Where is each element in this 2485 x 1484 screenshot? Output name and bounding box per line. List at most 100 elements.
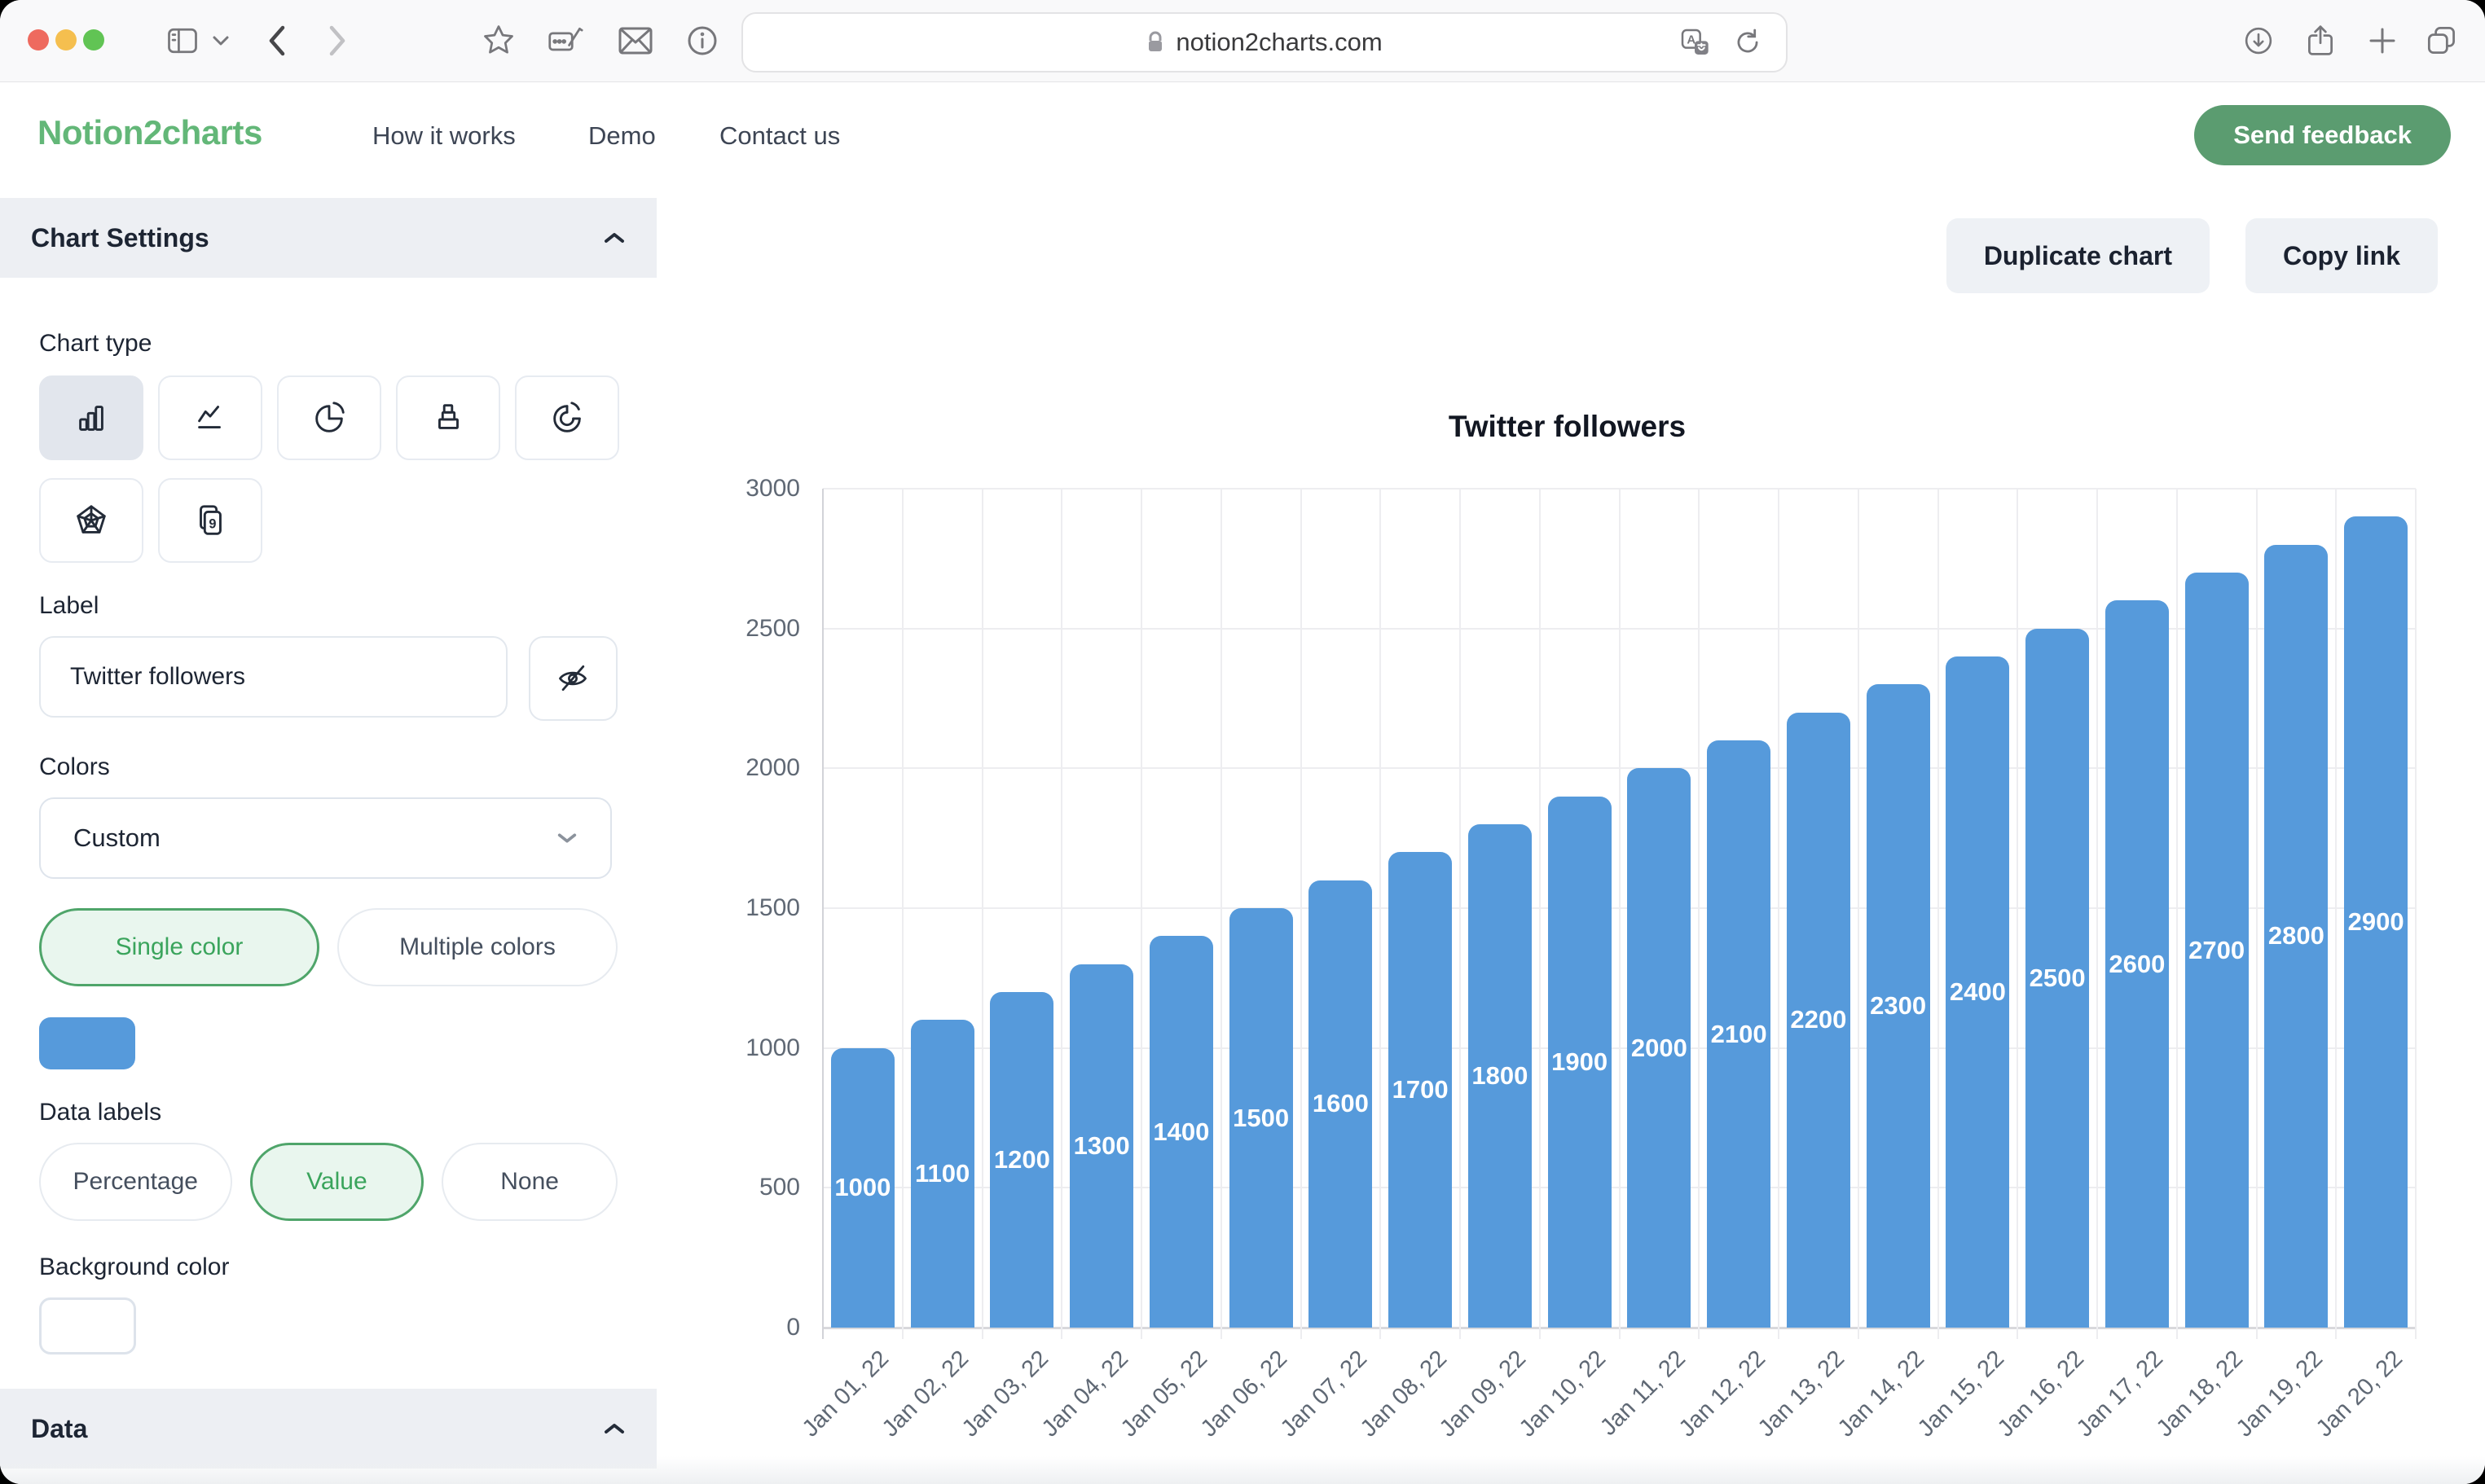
colors-section-label: Colors — [39, 753, 618, 781]
chevron-up-icon — [603, 231, 626, 244]
multiple-colors-button[interactable]: Multiple colors — [337, 908, 618, 986]
bar-Jan 13, 22[interactable]: 2200 — [1787, 713, 1850, 1328]
chart-type-number-button[interactable]: 9 — [158, 478, 262, 563]
minimize-window-button[interactable] — [55, 29, 77, 50]
data-labels-none-button[interactable]: None — [442, 1143, 618, 1221]
y-tick-label: 1000 — [710, 1034, 800, 1062]
bar-value-label: 1000 — [834, 1173, 891, 1202]
bar-Jan 10, 22[interactable]: 1900 — [1548, 797, 1612, 1328]
lock-icon — [1146, 30, 1164, 55]
bar-Jan 14, 22[interactable]: 2300 — [1867, 684, 1930, 1328]
gridline-x — [982, 489, 983, 1339]
chart-type-funnel-button[interactable] — [396, 375, 500, 460]
mail-icon[interactable] — [613, 0, 658, 81]
single-color-button[interactable]: Single color — [39, 908, 319, 986]
zoom-window-button[interactable] — [83, 29, 104, 50]
forward-icon[interactable] — [319, 0, 355, 81]
colors-dropdown[interactable]: Custom — [39, 797, 612, 879]
bar-Jan 08, 22[interactable]: 1700 — [1388, 852, 1452, 1328]
bar-value-label: 2800 — [2268, 921, 2324, 951]
chart-label-input[interactable] — [39, 636, 508, 718]
x-tick-label: Jan 14, 22 — [1833, 1346, 1930, 1442]
svg-text:A: A — [1687, 33, 1696, 47]
bar-Jan 16, 22[interactable]: 2500 — [2025, 629, 2089, 1328]
chart-settings-title: Chart Settings — [31, 223, 209, 253]
send-feedback-button[interactable]: Send feedback — [2194, 105, 2451, 165]
address-bar[interactable]: notion2charts.com A — [741, 12, 1788, 72]
gridline-x — [1619, 489, 1621, 1339]
data-labels-value-button[interactable]: Value — [250, 1143, 424, 1221]
chart-type-doughnut-button[interactable] — [515, 375, 619, 460]
x-tick-label: Jan 15, 22 — [1913, 1346, 2010, 1442]
bar-Jan 03, 22[interactable]: 1200 — [990, 992, 1053, 1328]
gridline-x — [902, 489, 904, 1339]
bar-Jan 11, 22[interactable]: 2000 — [1627, 768, 1691, 1328]
chart-type-radar-button[interactable] — [39, 478, 143, 563]
copy-link-button[interactable]: Copy link — [2245, 218, 2438, 293]
bar-value-label: 1500 — [1233, 1104, 1289, 1133]
bar-Jan 07, 22[interactable]: 1600 — [1308, 880, 1372, 1328]
chart-type-line-button[interactable] — [158, 375, 262, 460]
hide-label-button[interactable] — [529, 636, 618, 721]
bar-Jan 20, 22[interactable]: 2900 — [2344, 516, 2408, 1328]
background-color-swatch[interactable] — [39, 1297, 136, 1354]
eye-off-icon — [555, 661, 591, 696]
bar-value-label: 1100 — [915, 1159, 970, 1188]
window-bottom-edge — [0, 1456, 2485, 1484]
x-tick-label: Jan 03, 22 — [957, 1346, 1054, 1442]
x-tick-label: Jan 19, 22 — [2232, 1346, 2329, 1442]
bar-Jan 01, 22[interactable]: 1000 — [831, 1048, 895, 1328]
bar-value-label: 2600 — [2109, 950, 2165, 979]
new-tab-icon[interactable] — [2361, 0, 2404, 81]
bar-Jan 17, 22[interactable]: 2600 — [2105, 600, 2169, 1328]
bar-Jan 12, 22[interactable]: 2100 — [1707, 740, 1770, 1328]
info-icon[interactable] — [681, 0, 724, 81]
label-section-label: Label — [39, 592, 618, 620]
download-icon[interactable] — [2237, 0, 2280, 81]
bar-Jan 19, 22[interactable]: 2800 — [2264, 545, 2328, 1328]
chart-type-bar-button[interactable] — [39, 375, 143, 460]
data-labels-percentage-button[interactable]: Percentage — [39, 1143, 232, 1221]
chevron-down-icon[interactable] — [209, 0, 233, 81]
logo[interactable]: Notion2charts — [37, 113, 262, 152]
chart-settings-sidebar: Chart Settings Chart type — [0, 188, 658, 1484]
close-window-button[interactable] — [28, 29, 49, 50]
nav-contact-us[interactable]: Contact us — [719, 121, 840, 151]
duplicate-chart-button[interactable]: Duplicate chart — [1946, 218, 2210, 293]
gridline-x — [1937, 489, 1939, 1339]
bar-value-label: 1700 — [1392, 1075, 1449, 1104]
share-icon[interactable] — [2299, 0, 2342, 81]
chart-title: Twitter followers — [771, 410, 2364, 444]
bar-value-label: 2900 — [2348, 907, 2404, 937]
bar-value-label: 2100 — [1711, 1020, 1767, 1049]
sidebar-icon[interactable] — [161, 0, 204, 81]
chart-type-pie-button[interactable] — [277, 375, 381, 460]
reload-icon[interactable] — [1732, 27, 1763, 58]
chevron-down-icon — [556, 832, 578, 845]
tabs-icon[interactable] — [2418, 0, 2464, 81]
bar-value-label: 1600 — [1313, 1089, 1369, 1118]
funnel-chart-icon — [429, 399, 467, 437]
bar-color-swatch[interactable] — [39, 1017, 135, 1069]
bar-Jan 09, 22[interactable]: 1800 — [1468, 824, 1532, 1328]
bar-Jan 05, 22[interactable]: 1400 — [1150, 936, 1213, 1328]
bar-Jan 04, 22[interactable]: 1300 — [1070, 964, 1133, 1328]
x-tick-label: Jan 04, 22 — [1036, 1346, 1133, 1442]
browser-window: notion2charts.com A Notion2charts How it… — [0, 0, 2485, 1484]
x-tick-label: Jan 01, 22 — [798, 1346, 895, 1442]
bar-Jan 06, 22[interactable]: 1500 — [1229, 908, 1293, 1328]
bar-Jan 15, 22[interactable]: 2400 — [1946, 656, 2009, 1328]
translate-icon[interactable]: A — [1678, 26, 1711, 59]
bar-Jan 18, 22[interactable]: 2700 — [2185, 573, 2249, 1328]
bar-value-label: 1400 — [1153, 1117, 1209, 1147]
x-tick-label: Jan 02, 22 — [877, 1346, 974, 1442]
bar-Jan 02, 22[interactable]: 1100 — [911, 1020, 974, 1328]
bar-chart-plot: 0500100015002000250030001000Jan 01, 2211… — [823, 489, 2416, 1328]
nav-demo[interactable]: Demo — [588, 121, 656, 151]
star-icon[interactable] — [477, 0, 520, 81]
autofill-icon[interactable] — [541, 0, 590, 81]
nav-how-it-works[interactable]: How it works — [372, 121, 516, 151]
chart-settings-section-header[interactable]: Chart Settings — [0, 198, 657, 278]
back-icon[interactable] — [259, 0, 295, 81]
x-tick-label: Jan 13, 22 — [1753, 1346, 1850, 1442]
